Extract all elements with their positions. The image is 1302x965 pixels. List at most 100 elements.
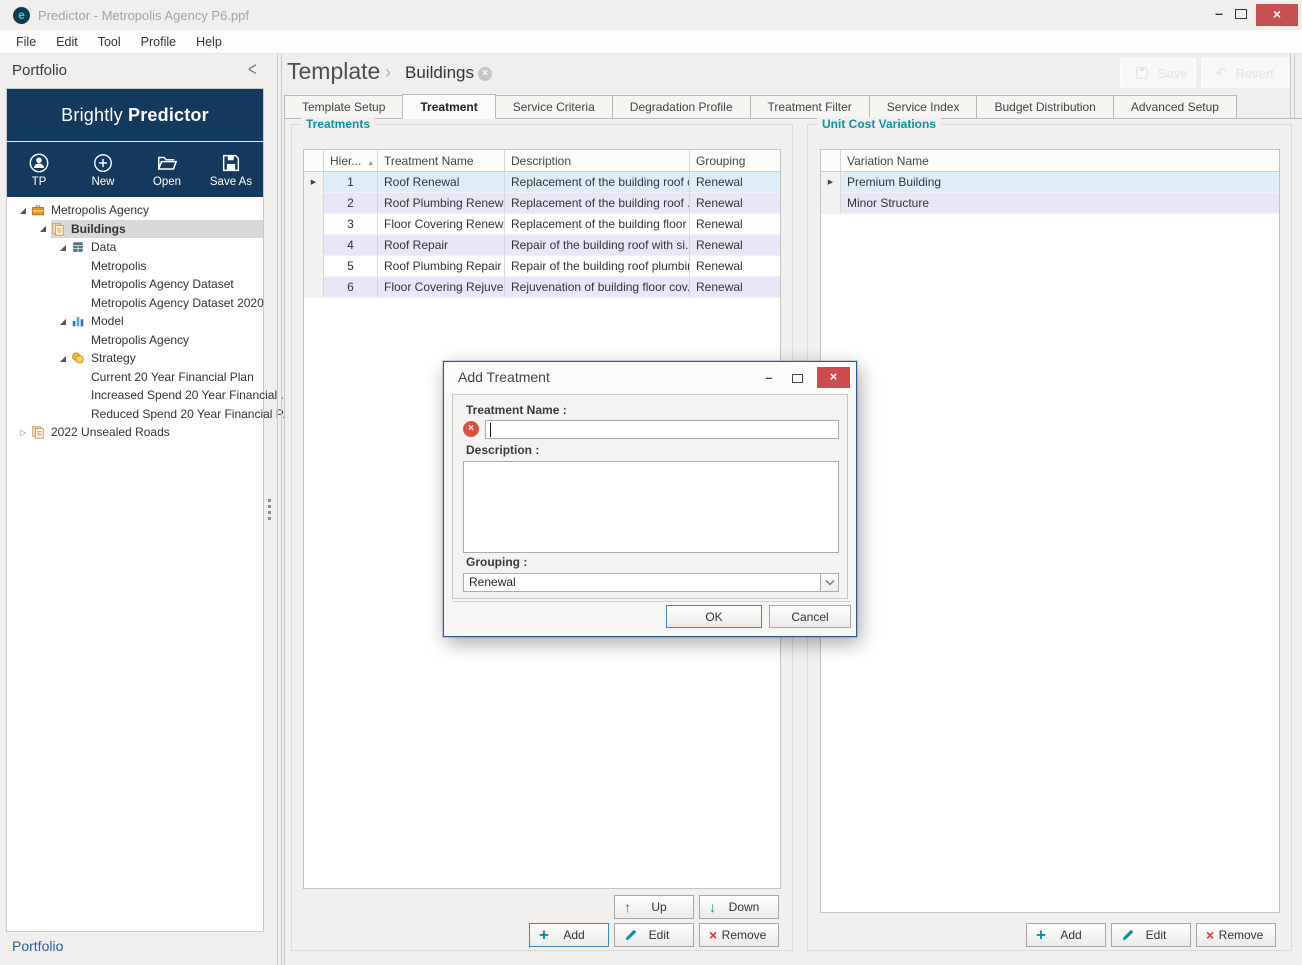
maximize-button[interactable] xyxy=(1235,9,1247,19)
column-header-treatment-name[interactable]: Treatment Name xyxy=(378,150,505,171)
dialog-minimize-button[interactable]: – xyxy=(760,370,778,386)
tab-service-criteria[interactable]: Service Criteria xyxy=(495,95,612,119)
variation-row[interactable]: ▶ Premium Building xyxy=(821,172,1279,193)
tree-item-data[interactable]: ◢ Data xyxy=(7,238,263,257)
tree-expander-icon[interactable]: ◢ xyxy=(35,224,51,233)
splitter-line[interactable] xyxy=(277,54,278,965)
tree-item-increased-spend-plan[interactable]: Increased Spend 20 Year Financial ... xyxy=(7,386,290,405)
open-button[interactable]: Open xyxy=(135,142,199,197)
tree-expander-icon[interactable]: ◢ xyxy=(55,243,71,252)
add-treatment-button[interactable]: + Add xyxy=(529,923,609,947)
tab-treatment[interactable]: Treatment xyxy=(402,94,496,119)
treatment-row[interactable]: 6 Floor Covering Rejuvenat... Rejuvenati… xyxy=(304,277,780,298)
save-button-disabled[interactable]: Save xyxy=(1120,58,1196,88)
tree-item-current-20-year-plan[interactable]: Current 20 Year Financial Plan xyxy=(7,368,263,387)
edit-treatment-button[interactable]: Edit xyxy=(614,923,694,947)
minimize-button[interactable]: – xyxy=(1208,6,1230,24)
breadcrumb-current[interactable]: Buildings xyxy=(405,63,474,83)
tab-template-setup[interactable]: Template Setup xyxy=(284,95,403,119)
tree-item-metropolis-agency[interactable]: ◢ Metropolis Agency xyxy=(7,201,263,220)
treatment-row[interactable]: 3 Floor Covering Renewal Replacement of … xyxy=(304,214,780,235)
treatment-name-input[interactable] xyxy=(485,420,839,439)
tree-item-buildings[interactable]: ◢ Buildings xyxy=(7,219,263,238)
tree-item-label: 2022 Unsealed Roads xyxy=(51,425,170,440)
document-stack-icon xyxy=(51,222,69,236)
treatment-row[interactable]: ▶ 1 Roof Renewal Replacement of the buil… xyxy=(304,172,780,193)
row-indicator-cell xyxy=(304,214,324,234)
sidebar-toolbar: TP New Open Save As xyxy=(7,142,263,197)
cancel-button[interactable]: Cancel xyxy=(769,605,851,628)
cell-treatment-name: Roof Plumbing Renewal xyxy=(378,193,505,213)
splitter-handle[interactable] xyxy=(268,499,272,523)
menu-profile[interactable]: Profile xyxy=(131,32,186,52)
menu-edit[interactable]: Edit xyxy=(46,32,88,52)
tree-item-label: Data xyxy=(91,240,117,255)
unit-cost-grid-header: Variation Name xyxy=(821,150,1279,172)
menu-help[interactable]: Help xyxy=(186,32,232,52)
tab-treatment-filter[interactable]: Treatment Filter xyxy=(749,95,869,119)
dialog-close-button[interactable]: × xyxy=(817,367,850,388)
tab-degradation-profile[interactable]: Degradation Profile xyxy=(611,95,750,119)
tree-item-metropolis-agency-model[interactable]: Metropolis Agency xyxy=(7,331,263,350)
window-title: Predictor - Metropolis Agency P6.ppf xyxy=(38,8,249,23)
grouping-dropdown[interactable]: Renewal xyxy=(463,573,839,592)
move-up-button[interactable]: ↑ Up xyxy=(614,895,694,919)
treatment-row[interactable]: 5 Roof Plumbing Repair Repair of the bui… xyxy=(304,256,780,277)
edit-variation-button[interactable]: Edit xyxy=(1111,923,1191,947)
collapse-sidebar-icon[interactable]: < xyxy=(248,58,257,80)
dialog-title-bar[interactable]: Add Treatment – × xyxy=(444,362,856,393)
tree-item-2022-unsealed-roads[interactable]: ▷ 2022 Unsealed Roads xyxy=(7,423,263,442)
column-header-variation-name[interactable]: Variation Name xyxy=(841,150,1279,171)
tree-item-metropolis-agency-dataset[interactable]: Metropolis Agency Dataset xyxy=(7,275,263,294)
variation-row[interactable]: Minor Structure xyxy=(821,193,1279,214)
portfolio-footer-link[interactable]: Portfolio xyxy=(12,938,63,954)
move-down-button[interactable]: ↓ Down xyxy=(699,895,779,919)
cell-variation-name: Premium Building xyxy=(841,172,1279,192)
tree-expander-icon[interactable]: ▷ xyxy=(15,428,31,437)
tree-item-metropolis[interactable]: Metropolis xyxy=(7,257,263,276)
remove-variation-button[interactable]: × Remove xyxy=(1196,923,1276,947)
cell-description: Repair of the building roof plumbin... xyxy=(505,256,690,276)
tree-item-model[interactable]: ◢ Model xyxy=(7,312,263,331)
tp-button[interactable]: TP xyxy=(7,142,71,197)
app-logo-icon: e xyxy=(13,7,30,24)
tree-item-metropolis-agency-dataset-2020[interactable]: Metropolis Agency Dataset 2020 xyxy=(7,294,264,313)
tree-expander-icon[interactable]: ◢ xyxy=(55,317,71,326)
column-header-description[interactable]: Description xyxy=(505,150,690,171)
treatment-row[interactable]: 2 Roof Plumbing Renewal Replacement of t… xyxy=(304,193,780,214)
portfolio-panel-header: Portfolio < xyxy=(0,54,283,88)
remove-treatment-button[interactable]: × Remove xyxy=(699,923,779,947)
tree-expander-icon[interactable]: ◢ xyxy=(55,354,71,363)
tree-item-reduced-spend-plan[interactable]: Reduced Spend 20 Year Financial P... xyxy=(7,405,292,424)
revert-button-disabled[interactable]: ↶ Revert xyxy=(1201,58,1289,88)
column-header-grouping[interactable]: Grouping xyxy=(690,150,780,171)
ok-button[interactable]: OK xyxy=(666,605,762,628)
tab-budget-distribution[interactable]: Budget Distribution xyxy=(976,95,1113,119)
close-button[interactable]: × xyxy=(1256,4,1298,26)
save-as-button[interactable]: Save As xyxy=(199,142,263,197)
cell-treatment-name: Roof Repair xyxy=(378,235,505,255)
tree-item-strategy[interactable]: ◢ Strategy xyxy=(7,349,263,368)
user-icon xyxy=(28,152,50,174)
description-textarea[interactable] xyxy=(463,461,839,553)
tab-advanced-setup[interactable]: Advanced Setup xyxy=(1112,95,1237,119)
grouping-label: Grouping : xyxy=(466,555,528,569)
add-variation-button[interactable]: + Add xyxy=(1026,923,1106,947)
dialog-maximize-button[interactable] xyxy=(792,374,803,383)
breadcrumb-root[interactable]: Template xyxy=(287,58,380,85)
treatment-row[interactable]: 4 Roof Repair Repair of the building roo… xyxy=(304,235,780,256)
menu-tool[interactable]: Tool xyxy=(88,32,131,52)
cell-description: Rejuvenation of building floor cov... xyxy=(505,277,690,297)
down-button-label: Down xyxy=(728,900,760,914)
menu-file[interactable]: File xyxy=(6,32,46,52)
header-indicator-cell xyxy=(304,150,324,171)
dropdown-chevron-icon[interactable] xyxy=(820,573,839,592)
breadcrumb-separator-icon: › xyxy=(385,62,391,82)
tree-expander-icon[interactable]: ◢ xyxy=(15,206,31,215)
new-button[interactable]: New xyxy=(71,142,135,197)
breadcrumb-close-icon[interactable]: × xyxy=(478,67,492,81)
tab-service-index[interactable]: Service Index xyxy=(868,95,977,119)
column-header-hierarchy[interactable]: Hier... ▲ xyxy=(324,150,378,171)
database-icon xyxy=(71,240,89,254)
text-caret xyxy=(490,423,491,437)
